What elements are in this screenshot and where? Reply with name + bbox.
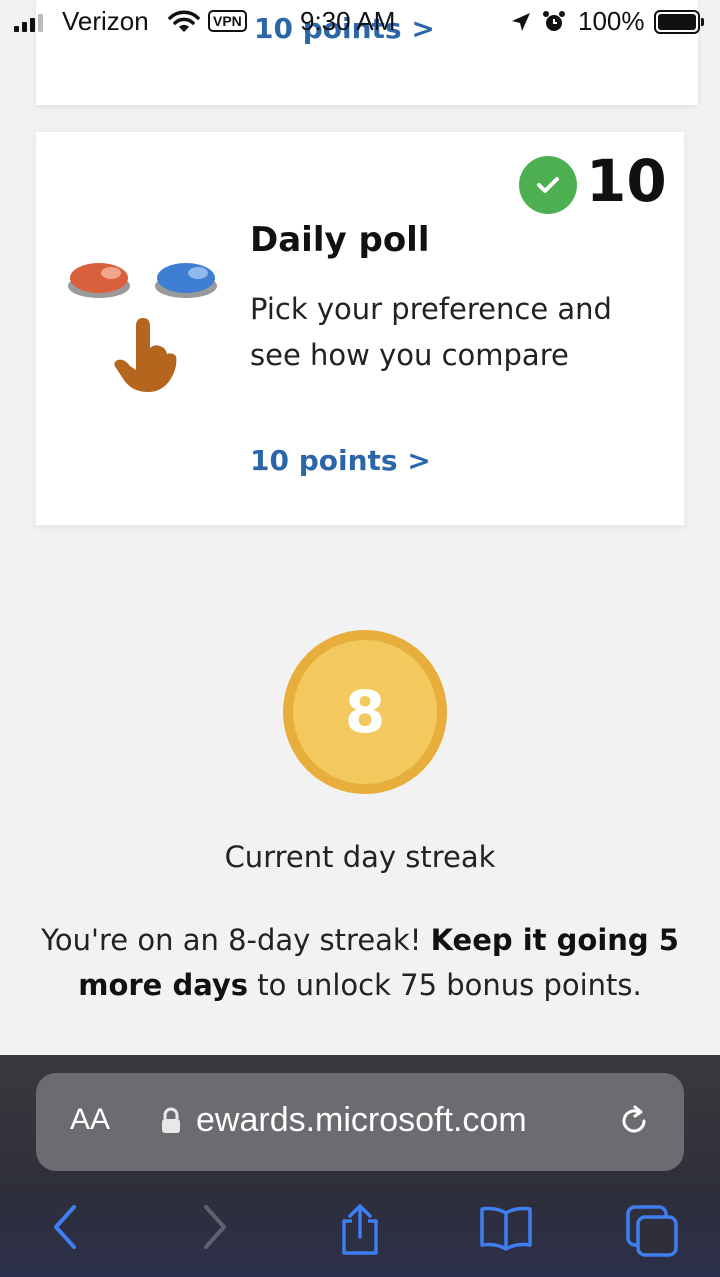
browser-toolbar bbox=[0, 1203, 720, 1263]
earned-points: 10 bbox=[586, 147, 667, 215]
streak-counter-badge: 8 bbox=[283, 630, 447, 794]
browser-bar: AA ewards.microsoft.com bbox=[0, 1055, 720, 1277]
poll-title: Daily poll bbox=[250, 220, 430, 260]
location-arrow-icon bbox=[512, 13, 530, 31]
back-icon[interactable] bbox=[50, 1203, 80, 1251]
checkmark-icon bbox=[537, 177, 559, 193]
completed-badge bbox=[519, 156, 577, 214]
wifi-icon bbox=[168, 10, 200, 32]
streak-message-start: You're on an 8-day streak! bbox=[41, 923, 431, 957]
lock-icon bbox=[162, 1107, 180, 1133]
text-size-button[interactable]: AA bbox=[70, 1103, 110, 1137]
vpn-badge: VPN bbox=[208, 10, 247, 32]
address-bar[interactable]: AA ewards.microsoft.com bbox=[36, 1073, 684, 1171]
streak-message-end: to unlock 75 bonus points. bbox=[248, 968, 642, 1002]
carrier-label: Verizon bbox=[62, 6, 149, 36]
streak-days: 8 bbox=[344, 678, 386, 746]
url-text[interactable]: ewards.microsoft.com bbox=[196, 1101, 527, 1140]
streak-message: You're on an 8-day streak! Keep it going… bbox=[30, 918, 690, 1008]
alarm-icon bbox=[543, 11, 565, 31]
poll-description: Pick your preference and see how you com… bbox=[250, 292, 612, 372]
bookmarks-icon[interactable] bbox=[476, 1203, 536, 1253]
reload-icon[interactable] bbox=[616, 1103, 652, 1139]
battery-icon bbox=[654, 10, 704, 34]
status-bar: Verizon VPN 9:30 AM 100% bbox=[0, 0, 720, 46]
streak-label: Current day streak bbox=[224, 840, 496, 874]
tabs-icon[interactable] bbox=[624, 1203, 680, 1259]
share-icon[interactable] bbox=[336, 1203, 384, 1257]
forward-icon[interactable] bbox=[200, 1203, 230, 1251]
signal-icon bbox=[14, 12, 43, 32]
poll-points-link[interactable]: 10 points > bbox=[250, 444, 431, 477]
battery-percent: 100% bbox=[578, 6, 645, 36]
clock: 9:30 AM bbox=[300, 6, 396, 36]
daily-poll-card[interactable]: 10 Daily poll Pick your preference and s… bbox=[36, 132, 684, 525]
poll-buttons-illustration bbox=[68, 263, 217, 392]
